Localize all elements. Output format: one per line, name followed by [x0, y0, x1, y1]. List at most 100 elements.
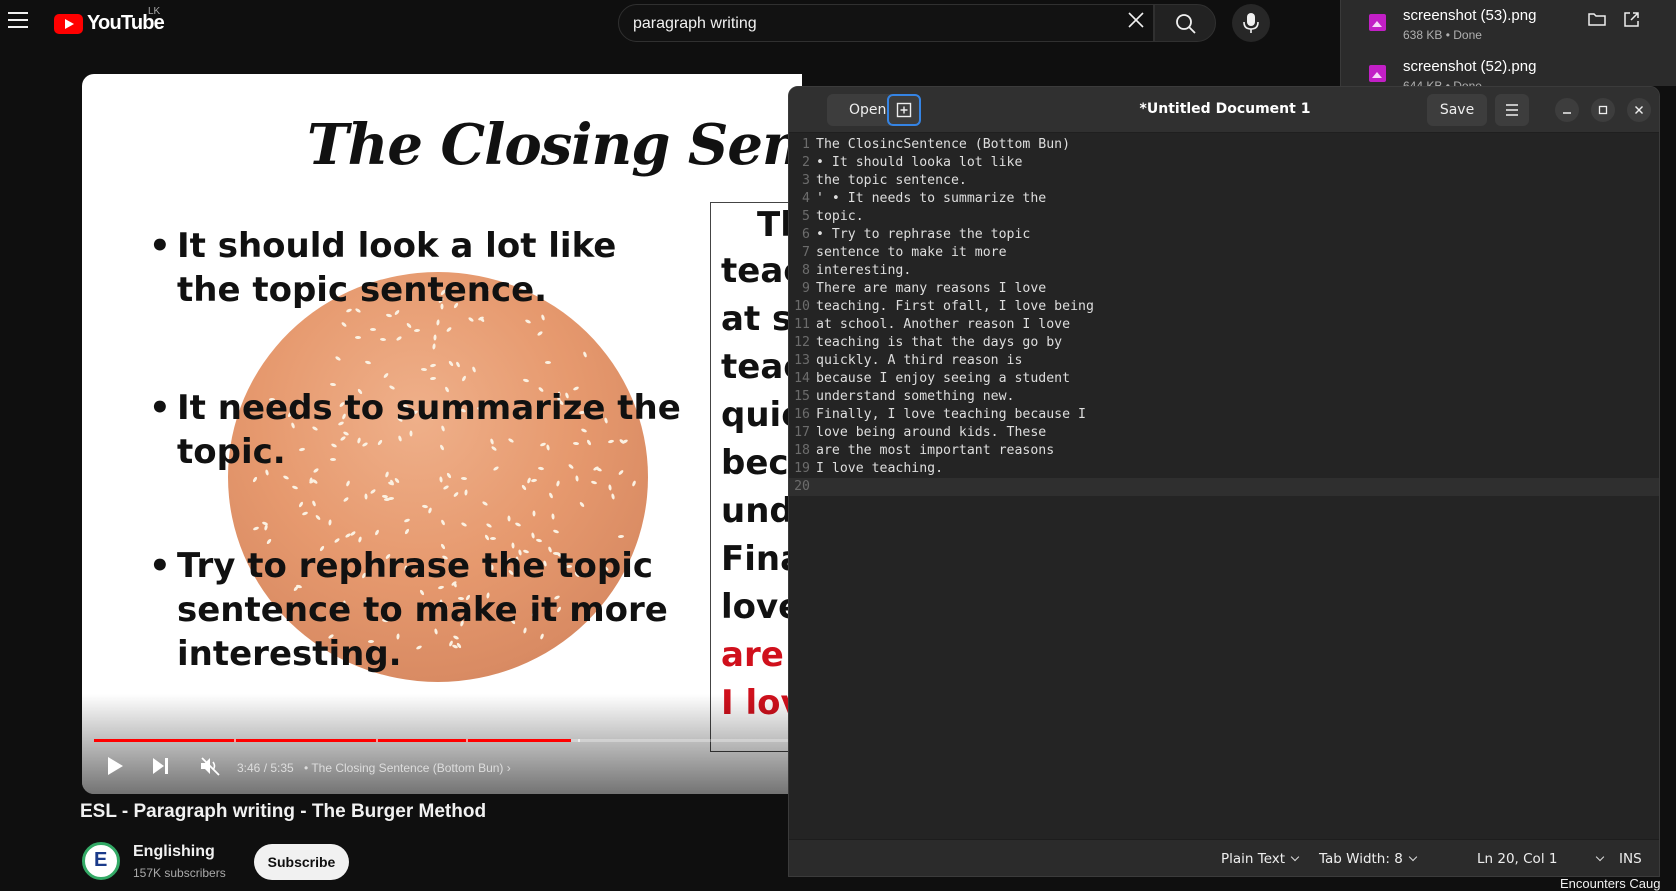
editor-line[interactable]: 6 • Try to rephrase the topic [789, 226, 1659, 244]
cursor-position-selector[interactable]: Ln 20, Col 1 [1477, 851, 1605, 867]
sesame-seed [301, 510, 309, 516]
play-icon[interactable] [106, 756, 124, 776]
line-text[interactable]: sentence to make it more [816, 244, 1007, 262]
line-number: 20 [794, 479, 810, 494]
close-button[interactable] [1627, 98, 1651, 122]
recommendation-title[interactable]: Encounters Caug [1560, 876, 1660, 891]
sesame-seed [454, 360, 461, 368]
line-text[interactable]: The ClosincSentence (Bottom Bun) [816, 136, 1070, 154]
sesame-seed [252, 476, 259, 484]
line-text[interactable]: quickly. A third reason is [816, 352, 1022, 370]
channel-name[interactable]: Englishing [133, 843, 215, 861]
editor-line[interactable]: 13 quickly. A third reason is [789, 352, 1659, 370]
line-text[interactable]: understand something new. [816, 388, 1015, 406]
download-filename: screenshot (52).png [1403, 58, 1537, 75]
line-text[interactable]: love being around kids. These [816, 424, 1046, 442]
sesame-seed [463, 489, 468, 496]
voice-search-button[interactable] [1232, 4, 1270, 42]
line-text[interactable]: Finally, I love teaching because I [816, 406, 1086, 424]
editor-line[interactable]: 9 There are many reasons I love [789, 280, 1659, 298]
line-number: 12 [794, 335, 810, 350]
chevron-right-icon: › [506, 761, 511, 775]
progress-bar[interactable] [94, 739, 802, 742]
editor-line[interactable]: 5 topic. [789, 208, 1659, 226]
clear-search-icon[interactable] [1126, 10, 1146, 30]
editor-lines[interactable]: 1 The ClosincSentence (Bottom Bun) 2 • It s… [789, 136, 1659, 496]
chapter-marker [466, 739, 468, 742]
editor-line[interactable]: 17 love being around kids. These [789, 424, 1659, 442]
minimize-button[interactable] [1555, 98, 1579, 122]
sesame-seed [388, 496, 395, 500]
editor-line[interactable]: 8 interesting. [789, 262, 1659, 280]
line-text[interactable]: are the most important reasons [816, 442, 1054, 460]
editor-line[interactable]: 20 [789, 478, 1659, 496]
line-text[interactable]: teaching is that the days go by [816, 334, 1062, 352]
search-button[interactable] [1154, 4, 1216, 42]
sesame-seed [547, 491, 554, 499]
line-number: 1 [802, 137, 810, 152]
line-number: 3 [802, 173, 810, 188]
slide-bullet: • It needs to summarize the topic. [149, 386, 681, 474]
line-number: 11 [794, 317, 810, 332]
editor-line[interactable]: 2 • It should looka lot like [789, 154, 1659, 172]
line-text[interactable]: • It should looka lot like [816, 154, 1022, 172]
close-icon [1635, 106, 1643, 114]
download-item[interactable]: screenshot (53).png 638 KB • Done [1341, 2, 1676, 48]
tab-width-selector[interactable]: Tab Width: 8 [1319, 851, 1418, 867]
editor-text-area[interactable]: 1 The ClosincSentence (Bottom Bun) 2 • It s… [789, 133, 1659, 839]
editor-line[interactable]: 15 understand something new. [789, 388, 1659, 406]
editor-line[interactable]: 18 are the most important reasons [789, 442, 1659, 460]
subscribe-button[interactable]: Subscribe [254, 844, 349, 880]
open-file-icon[interactable] [1623, 11, 1640, 28]
next-icon[interactable] [152, 756, 170, 776]
line-number: 15 [794, 389, 810, 404]
new-tab-button[interactable] [887, 94, 921, 126]
editor-line[interactable]: 10 teaching. First ofall, I love being [789, 298, 1659, 316]
editor-line[interactable]: 11 at school. Another reason I love [789, 316, 1659, 334]
controls-gradient [82, 694, 802, 794]
line-text[interactable]: • Try to rephrase the topic [816, 226, 1030, 244]
bullet-line: topic. [177, 432, 286, 472]
editor-line[interactable]: 16 Finally, I love teaching because I [789, 406, 1659, 424]
sesame-seed [404, 528, 411, 536]
editor-line[interactable]: 19 I love teaching. [789, 460, 1659, 478]
editor-line[interactable]: 1 The ClosincSentence (Bottom Bun) [789, 136, 1659, 154]
language-selector[interactable]: Plain Text [1221, 851, 1300, 867]
video-player[interactable]: The Closing Sentenc • It should look a l… [82, 74, 802, 794]
main-menu-button[interactable] [1495, 94, 1529, 126]
search-box[interactable] [618, 4, 1154, 42]
line-text[interactable]: at school. Another reason I love [816, 316, 1070, 334]
search-input[interactable] [633, 13, 1083, 35]
line-text[interactable]: interesting. [816, 262, 911, 280]
insert-mode-indicator[interactable]: INS [1619, 851, 1642, 867]
save-button[interactable]: Save [1427, 94, 1487, 126]
muted-volume-icon[interactable] [199, 756, 221, 776]
video-time: 3:46 / 5:35 [237, 761, 294, 775]
line-text[interactable]: I love teaching. [816, 460, 943, 478]
line-number: 4 [802, 191, 810, 206]
line-text[interactable]: ' • It needs to summarize the [816, 190, 1046, 208]
line-text[interactable]: teaching. First ofall, I love being [816, 298, 1094, 316]
recommendations-strip[interactable] [1660, 86, 1676, 887]
line-number: 8 [802, 263, 810, 278]
sesame-seed [610, 493, 616, 500]
menu-icon[interactable] [8, 12, 28, 30]
channel-avatar[interactable] [82, 842, 120, 880]
sesame-seed [364, 493, 368, 500]
line-text[interactable]: There are many reasons I love [816, 280, 1046, 298]
bullet-dot-icon: • [149, 388, 171, 428]
show-in-folder-icon[interactable] [1588, 12, 1606, 26]
line-text[interactable]: because I enjoy seeing a student [816, 370, 1070, 388]
line-text[interactable]: topic. [816, 208, 864, 226]
maximize-button[interactable] [1591, 98, 1615, 122]
sesame-seed [461, 374, 467, 382]
editor-line[interactable]: 7 sentence to make it more [789, 244, 1659, 262]
editor-line[interactable]: 4 ' • It needs to summarize the [789, 190, 1659, 208]
sesame-seed [429, 376, 437, 381]
line-text[interactable]: the topic sentence. [816, 172, 967, 190]
editor-line[interactable]: 12 teaching is that the days go by [789, 334, 1659, 352]
editor-line[interactable]: 3 the topic sentence. [789, 172, 1659, 190]
editor-line[interactable]: 14 because I enjoy seeing a student [789, 370, 1659, 388]
sesame-seed [452, 491, 459, 499]
chapter-title[interactable]: • The Closing Sentence (Bottom Bun) › [304, 761, 511, 775]
